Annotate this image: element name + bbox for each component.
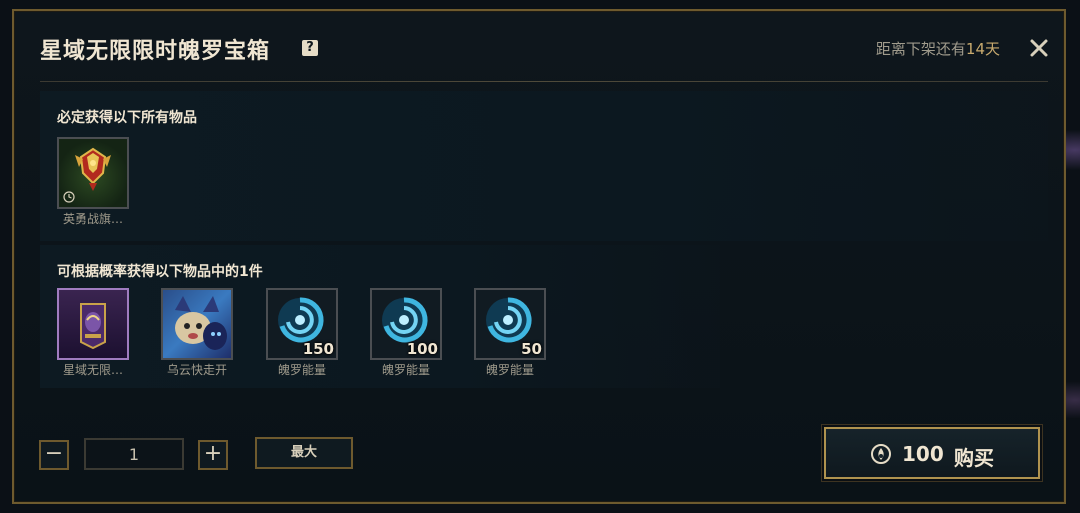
increase-quantity-button[interactable]: + bbox=[198, 440, 228, 470]
orange-essence-icon bbox=[871, 444, 891, 464]
poro-energy-icon: 100 bbox=[370, 288, 442, 360]
chance-item[interactable]: 星域无限… bbox=[57, 288, 129, 378]
buy-button[interactable]: 100 购买 bbox=[824, 427, 1040, 479]
chance-item[interactable]: 100 魄罗能量 bbox=[370, 288, 442, 378]
help-icon[interactable]: ? bbox=[302, 40, 318, 56]
chance-item[interactable]: 乌云快走开 bbox=[161, 288, 233, 378]
expiry-days: 14天 bbox=[965, 40, 1000, 58]
item-label: 星域无限… bbox=[62, 363, 123, 377]
item-label: 乌云快走开 bbox=[166, 363, 227, 377]
poro-energy-icon: 50 bbox=[474, 288, 546, 360]
guaranteed-title: 必定获得以下所有物品 bbox=[57, 110, 197, 126]
chance-item[interactable]: 150 魄罗能量 bbox=[266, 288, 338, 378]
chance-title: 可根据概率获得以下物品中的1件 bbox=[57, 264, 263, 280]
buy-label: 购买 bbox=[954, 446, 994, 470]
banner-emblem-icon bbox=[57, 137, 129, 209]
item-label: 魄罗能量 bbox=[277, 363, 326, 377]
guaranteed-item[interactable]: 英勇战旗… bbox=[57, 137, 129, 227]
close-icon[interactable] bbox=[1026, 35, 1052, 61]
header-divider bbox=[40, 81, 1048, 82]
item-label: 英勇战旗… bbox=[62, 212, 123, 226]
max-button[interactable]: 最大 bbox=[255, 437, 353, 469]
star-domain-icon bbox=[57, 288, 129, 360]
expiry-timer: 距离下架还有14天 bbox=[876, 38, 1000, 59]
item-label: 魄罗能量 bbox=[381, 363, 430, 377]
item-count: 150 bbox=[302, 340, 334, 358]
chance-item[interactable]: 50 魄罗能量 bbox=[474, 288, 546, 378]
decrease-quantity-button[interactable]: − bbox=[39, 440, 69, 470]
dialog-title: 星域无限限时魄罗宝箱 bbox=[40, 39, 271, 64]
item-label: 魄罗能量 bbox=[485, 363, 534, 377]
clock-icon bbox=[63, 191, 75, 203]
item-count: 100 bbox=[406, 340, 438, 358]
quantity-input[interactable] bbox=[84, 438, 184, 470]
buy-price: 100 bbox=[902, 442, 944, 466]
poro-energy-icon: 150 bbox=[266, 288, 338, 360]
chance-section: 可根据概率获得以下物品中的1件 星域无限… 乌云快走开 150 魄罗能量 100… bbox=[40, 245, 720, 388]
guaranteed-section: 必定获得以下所有物品 英勇战旗… bbox=[40, 91, 1048, 241]
companion-icon bbox=[161, 288, 233, 360]
item-count: 50 bbox=[521, 340, 542, 358]
expiry-prefix: 距离下架还有 bbox=[875, 40, 966, 58]
